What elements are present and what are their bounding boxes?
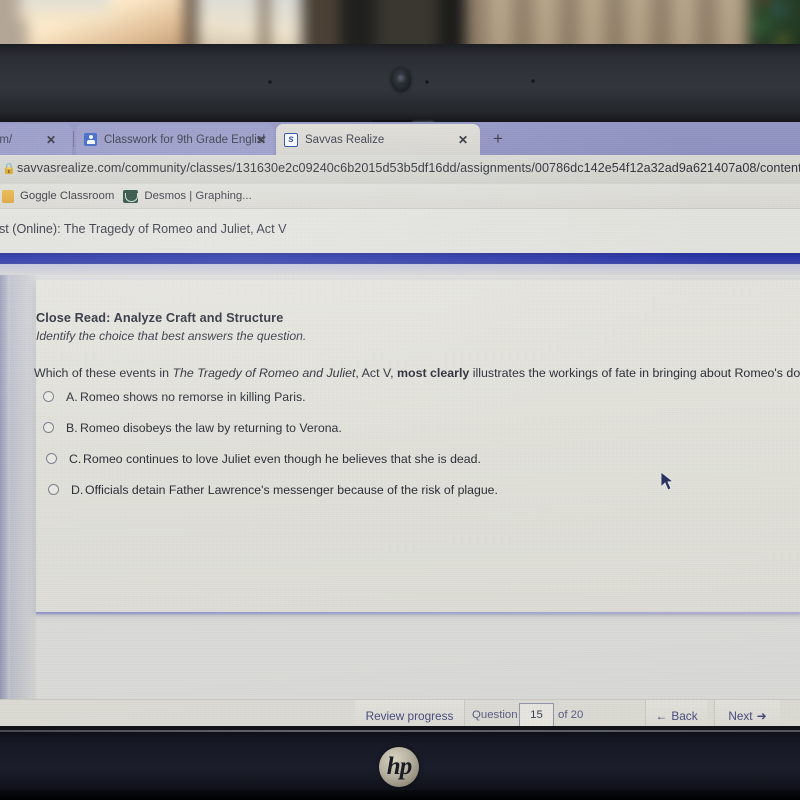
question-card: Close Read: Analyze Craft and Structure … [34, 280, 800, 614]
omnibox-row: 🔒 savvasrealize.com/community/classes/13… [0, 155, 800, 184]
arrow-right-icon: ➜ [756, 708, 767, 723]
microphone-hole-icon [268, 80, 272, 84]
bookmark-desmos[interactable]: Desmos | Graphing... [123, 189, 252, 203]
question-stem-emphasis: most clearly [396, 366, 470, 380]
radio-button-d[interactable] [48, 484, 59, 495]
tab-divider [73, 131, 74, 147]
answer-choice-a[interactable]: A. Romeo shows no remorse in killing Par… [43, 390, 306, 404]
review-progress-label: Review progress [365, 708, 454, 723]
radio-button-c[interactable] [46, 453, 57, 464]
laptop-photo-scene: ealize.com/ ✕ Classwork for 9th Grade En… [0, 0, 800, 800]
next-label: Next [728, 708, 753, 723]
answer-choice-a-text: Romeo shows no remorse in killing Paris. [80, 390, 306, 404]
question-instruction: Identify the choice that best answers th… [36, 329, 307, 343]
answer-choice-b-text: Romeo disobeys the law by returning to V… [80, 421, 342, 435]
bezel-highlight [0, 730, 800, 732]
close-icon[interactable]: ✕ [256, 133, 266, 147]
lock-icon: 🔒 [2, 163, 16, 175]
question-stem-part-3: illustrates the workings of fate in brin… [469, 366, 800, 380]
answer-choice-d-text: Officials detain Father Lawrence's messe… [85, 483, 498, 497]
answer-choice-d[interactable]: D. Officials detain Father Lawrence's me… [48, 483, 498, 497]
webcam-lens-icon [397, 74, 406, 85]
hp-logo-icon: hp [379, 747, 419, 787]
answer-choice-b-letter: B. [66, 421, 78, 435]
close-icon[interactable]: ✕ [46, 133, 56, 147]
back-label: Back [671, 708, 698, 723]
christmas-tree [750, 0, 800, 46]
answer-choice-c[interactable]: C. Romeo continues to love Juliet even t… [46, 452, 481, 466]
new-tab-button[interactable]: + [486, 128, 510, 150]
browser-tab-3-title: Savvas Realize [305, 133, 385, 146]
answer-choice-d-letter: D. [71, 483, 84, 497]
browser-tab-2-title: Classwork for 9th Grade English [104, 133, 266, 146]
google-classroom-icon [84, 133, 97, 146]
page-left-gutter [10, 275, 36, 730]
question-number-value: 15 [530, 709, 543, 721]
question-card-bottom-rule [36, 612, 800, 614]
browser-tab-3[interactable]: s Savvas Realize ✕ [276, 124, 480, 155]
address-bar-url[interactable]: savvasrealize.com/community/classes/1316… [17, 161, 800, 175]
question-section-title: Close Read: Analyze Craft and Structure [36, 311, 284, 325]
browser-tab-1[interactable]: ealize.com/ ✕ [0, 124, 72, 155]
question-stem-part-2: , Act V, [355, 366, 397, 380]
radio-button-b[interactable] [43, 422, 54, 433]
savvas-realize-icon: s [284, 132, 298, 147]
mouse-cursor [660, 471, 675, 491]
browser-tab-strip: ealize.com/ ✕ Classwork for 9th Grade En… [0, 122, 800, 155]
close-icon[interactable]: ✕ [458, 133, 468, 147]
hp-logo-text: hp [386, 752, 412, 780]
radio-button-a[interactable] [43, 391, 54, 402]
bezel-bottom-lip [0, 790, 800, 800]
answer-choice-a-letter: A. [66, 390, 78, 404]
bookmark-desmos-label: Desmos | Graphing... [144, 190, 252, 202]
page-left-rail [0, 275, 10, 730]
answer-choice-c-letter: C. [69, 452, 82, 466]
question-total-label: of 20 [558, 709, 584, 721]
assignment-body: Close Read: Analyze Craft and Structure … [0, 275, 800, 730]
assignment-title: est (Online): The Tragedy of Romeo and J… [0, 222, 287, 236]
microphone-hole-icon [531, 79, 535, 83]
question-stem-part-1: Which of these events in [34, 366, 173, 380]
browser-tab-2[interactable]: Classwork for 9th Grade English ✕ [76, 124, 274, 155]
assignment-header: est (Online): The Tragedy of Romeo and J… [0, 209, 800, 255]
answer-choice-c-text: Romeo continues to love Juliet even thou… [83, 452, 481, 466]
answer-choice-b[interactable]: B. Romeo disobeys the law by returning t… [43, 421, 342, 435]
question-stem-title: The Tragedy of Romeo and Juliet [172, 366, 356, 380]
question-stem: Which of these events in The Tragedy of … [34, 366, 800, 380]
microphone-hole-icon [425, 80, 429, 84]
browser-tab-1-title: ealize.com/ [0, 133, 13, 146]
bookmark-goggle-classroom[interactable]: Goggle Classroom [2, 189, 115, 203]
bookmark-goggle-classroom-label: Goggle Classroom [20, 190, 115, 202]
google-classroom-bookmark-icon [2, 189, 14, 203]
app-accent-bar [0, 253, 800, 264]
bookmarks-bar: Goggle Classroom Desmos | Graphing... [0, 184, 800, 209]
desmos-icon [123, 189, 139, 203]
background-room-photo [0, 0, 800, 46]
question-number-input[interactable]: 15 [519, 703, 554, 727]
arrow-left-icon: ← [655, 708, 668, 723]
laptop-screen: ealize.com/ ✕ Classwork for 9th Grade En… [0, 122, 800, 730]
question-counter-label: Question [472, 709, 518, 721]
app-accent-bar-shadow [0, 264, 800, 275]
